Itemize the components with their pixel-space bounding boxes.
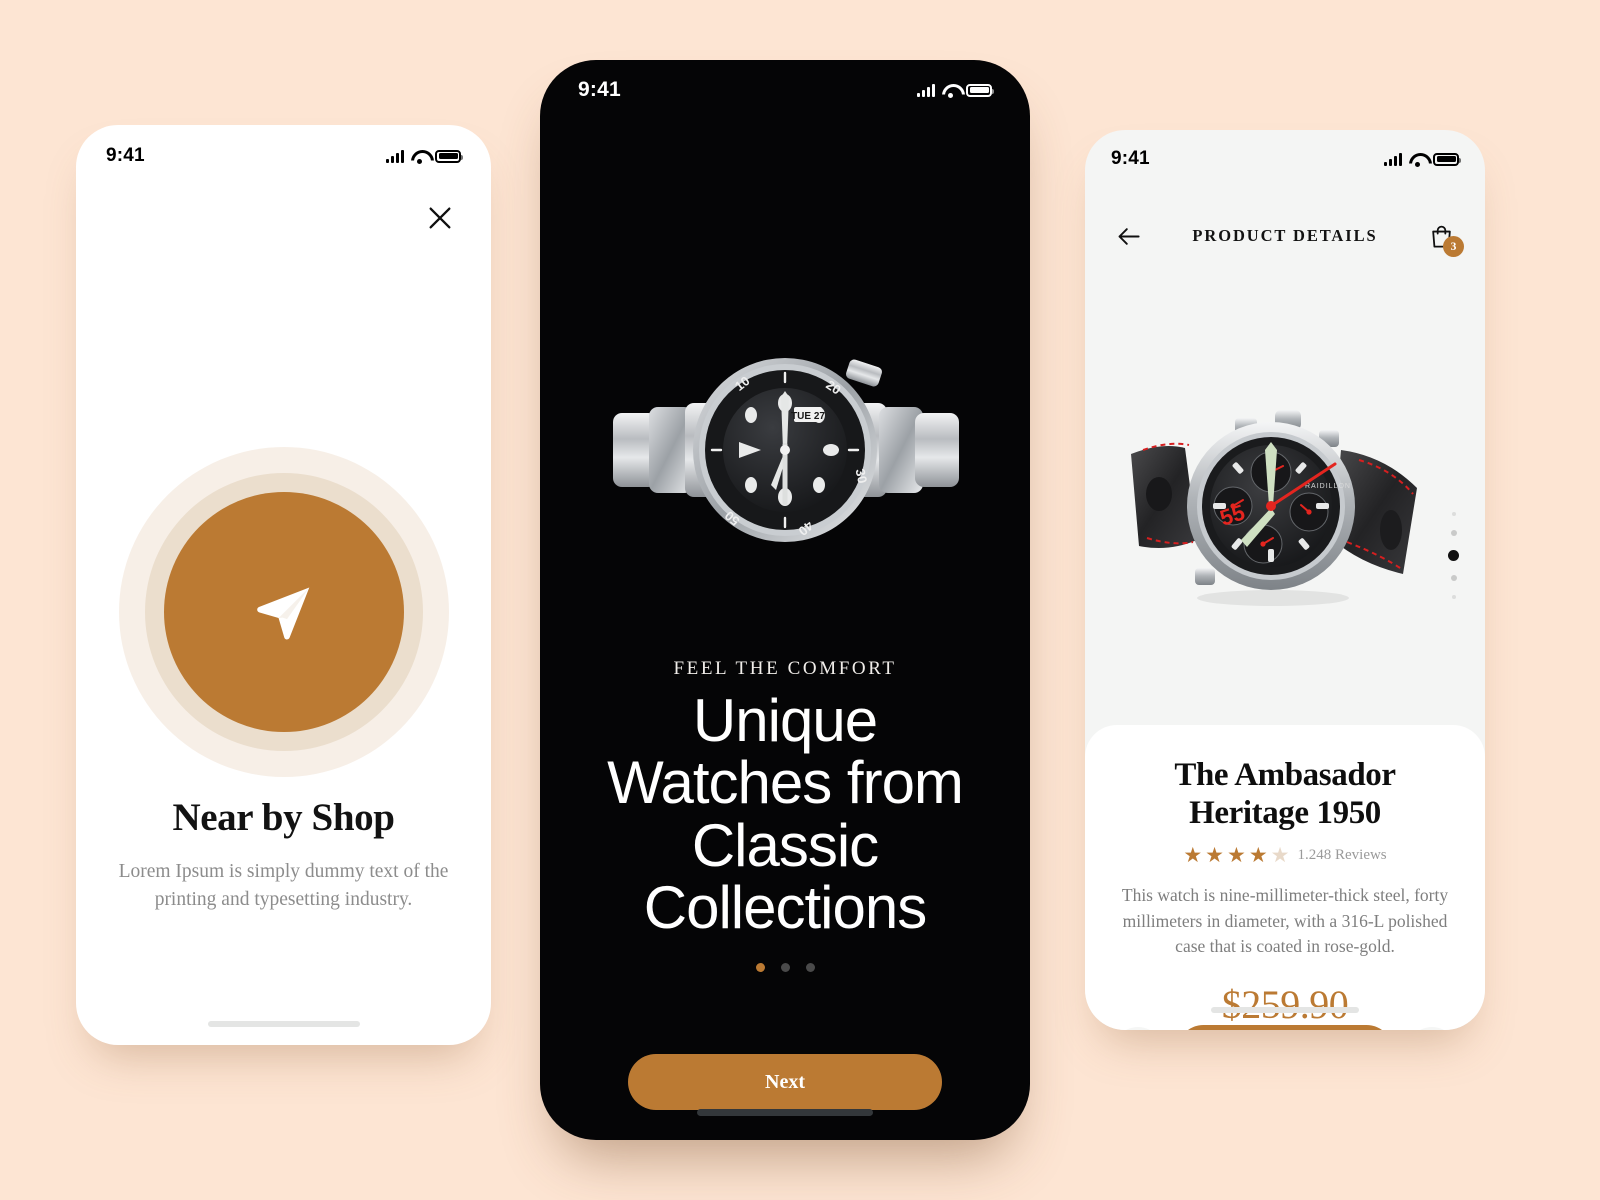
onboarding-eyebrow: FEEL THE COMFORT (673, 658, 897, 679)
status-bar: 9:41 (540, 78, 1030, 102)
status-bar: 9:41 (1085, 148, 1485, 170)
share-button[interactable] (1407, 1026, 1457, 1030)
wifi-icon (942, 84, 959, 98)
product-price: $259.90 (1221, 982, 1349, 1028)
carousel-pagination[interactable] (540, 963, 1030, 972)
cart-button[interactable]: 3 (1425, 219, 1464, 257)
battery-icon (966, 83, 994, 97)
signal-icon (386, 149, 404, 163)
phone-screen-product-details: 9:41 PRODUCT DETAILS 3 55 RAIDILLON The … (1085, 130, 1485, 1030)
back-button[interactable] (1111, 219, 1145, 253)
gallery-dot-2[interactable] (1450, 530, 1457, 536)
headline-line: Collections (643, 874, 927, 942)
arrow-left-icon (1118, 227, 1140, 245)
product-image: 55 RAIDILLON (1123, 390, 1423, 620)
headline-line: Unique (692, 687, 878, 754)
location-action-circle[interactable] (163, 492, 404, 732)
status-bar-indicators (1384, 152, 1461, 167)
product-gallery: 55 RAIDILLON (1085, 280, 1485, 730)
svg-text:RAIDILLON: RAIDILLON (1305, 483, 1351, 490)
product-title: The Ambasador Heritage 1950 (1115, 757, 1455, 832)
carousel-dot-1[interactable] (755, 963, 765, 972)
gallery-dot-5[interactable] (1451, 595, 1456, 599)
product-description: This watch is nine-millimeter-thick stee… (1121, 885, 1449, 956)
design-canvas: 9:41 Near by Shop Lorem Ipsum is simply … (0, 0, 1600, 1200)
cart-count-badge: 3 (1442, 236, 1464, 257)
status-bar-time: 9:41 (106, 145, 145, 166)
carousel-dot-2[interactable] (780, 963, 790, 972)
star-icon: ★ (1227, 844, 1246, 868)
near-by-shop-copy: Near by Shop Lorem Ipsum is simply dummy… (76, 796, 491, 913)
star-icon: ★ (1205, 844, 1224, 868)
paper-plane-icon (256, 587, 309, 640)
rating-row: ★ ★ ★ ★ ★ 1.248 Reviews (1115, 845, 1455, 866)
close-button[interactable] (419, 197, 461, 239)
product-title-line: Heritage 1950 (1189, 794, 1381, 831)
star-rating: ★ ★ ★ ★ ★ (1183, 845, 1289, 866)
wifi-icon (1409, 153, 1426, 167)
page-title: Near by Shop (172, 796, 395, 839)
product-action-bar: Add to cart (1113, 1025, 1457, 1030)
headline-line: Watches from (607, 749, 964, 817)
battery-icon (435, 149, 463, 163)
svg-text:TUE 27: TUE 27 (791, 411, 825, 422)
product-info-card: The Ambasador Heritage 1950 ★ ★ ★ ★ ★ 1.… (1085, 725, 1485, 1030)
status-bar-time: 9:41 (1111, 148, 1150, 169)
home-indicator (207, 1021, 360, 1027)
phone-screen-onboarding: 9:41 10 20 30 40 50 TUE 27 FEEL THE COMF… (540, 60, 1030, 1140)
status-bar-time: 9:41 (578, 78, 621, 101)
onboarding-hero-image: 10 20 30 40 50 TUE 27 (540, 300, 1030, 600)
home-indicator (697, 1109, 873, 1116)
dive-watch-illustration: 10 20 30 40 50 TUE 27 (613, 358, 959, 542)
next-button[interactable]: Next (628, 1054, 942, 1110)
status-bar-indicators (917, 83, 994, 98)
carousel-dot-3[interactable] (805, 963, 815, 972)
phone-screen-near-by-shop: 9:41 Near by Shop Lorem Ipsum is simply … (76, 125, 491, 1045)
star-icon: ★ (1248, 844, 1268, 868)
gallery-dot-1[interactable] (1451, 512, 1456, 516)
status-bar-indicators (386, 149, 463, 164)
page-title: PRODUCT DETAILS (1192, 226, 1378, 245)
gallery-dot-3[interactable] (1448, 550, 1459, 561)
headline-line: Classic (691, 811, 879, 879)
gallery-pagination[interactable] (1448, 512, 1459, 599)
gallery-dot-4[interactable] (1450, 575, 1457, 581)
home-indicator (1211, 1007, 1359, 1013)
add-to-cart-button[interactable]: Add to cart (1177, 1025, 1393, 1030)
location-hero (118, 447, 449, 777)
star-icon-empty: ★ (1270, 844, 1290, 868)
review-count: 1.248 Reviews (1297, 847, 1387, 864)
star-icon: ★ (1183, 844, 1203, 868)
svg-text:30: 30 (853, 467, 871, 484)
signal-icon (917, 83, 935, 97)
onboarding-headline: Unique Watches from Classic Collections (568, 687, 1002, 942)
bookmark-button[interactable] (1113, 1026, 1163, 1030)
battery-icon (1433, 152, 1461, 166)
wifi-icon (411, 150, 428, 164)
onboarding-copy: FEEL THE COMFORT Unique Watches from Cla… (540, 658, 1030, 940)
chronograph-watch-illustration: 55 RAIDILLON (1131, 410, 1417, 606)
product-nav-bar: PRODUCT DETAILS 3 (1085, 206, 1485, 266)
signal-icon (1384, 152, 1402, 166)
status-bar: 9:41 (76, 145, 491, 167)
page-subtitle: Lorem Ipsum is simply dummy text of the … (118, 860, 449, 910)
close-icon (429, 207, 451, 229)
product-title-line: The Ambasador (1174, 757, 1396, 793)
